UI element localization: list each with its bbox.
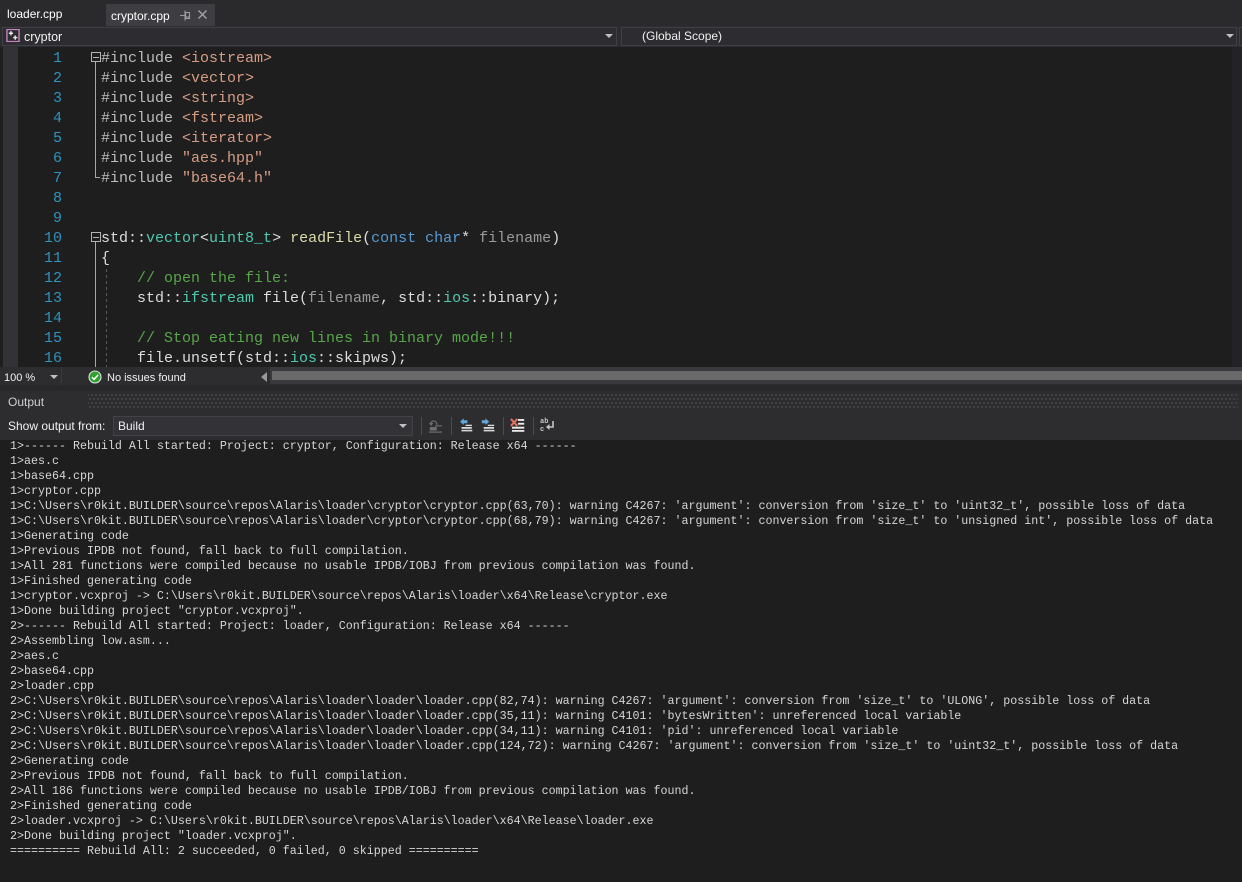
svg-text:c: c [540,426,544,433]
svg-text:ab: ab [540,418,548,426]
